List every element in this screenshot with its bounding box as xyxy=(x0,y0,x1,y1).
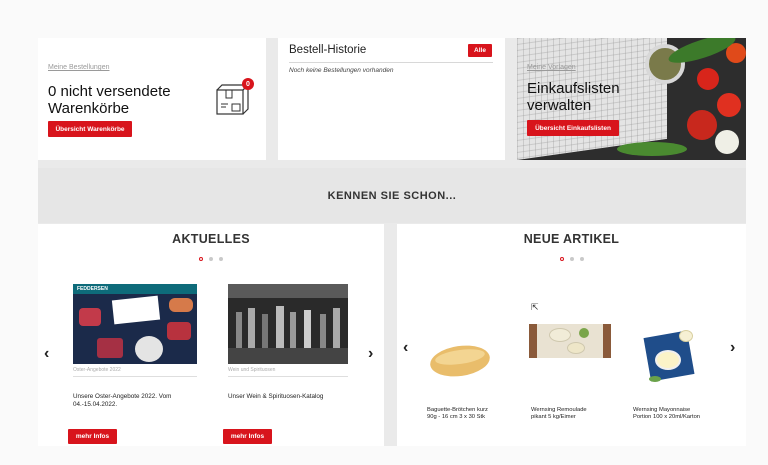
easter-offers-thumbnail[interactable]: FEDDERSEN xyxy=(73,284,197,364)
tomato-image xyxy=(687,110,717,140)
product-name-line2: 90g - 16 cm 3 x 30 Stk xyxy=(427,414,485,420)
meat-image xyxy=(97,338,123,358)
wine-spirits-thumbnail[interactable] xyxy=(228,284,348,364)
news-carousel-dots xyxy=(38,257,384,261)
news-item-text: Unser Wein & Spirituosen-Katalog xyxy=(228,393,323,401)
news-item-caption: Oster-Angebote 2022 xyxy=(73,367,121,373)
unsent-carts-title: 0 nicht versendete Warenkörbe xyxy=(48,83,171,117)
meat-image xyxy=(167,322,191,340)
cart-count-badge: 0 xyxy=(242,78,254,90)
news-panel: AKTUELLES ‹ › FEDDERSEN Oster-Angebote 2… xyxy=(38,224,384,446)
bottle-image xyxy=(304,310,311,348)
mayo-cup xyxy=(679,330,693,342)
shopping-lists-title-line2: verwalten xyxy=(527,97,592,114)
order-history-title: Bestell-Historie xyxy=(289,44,367,56)
product-name[interactable]: Wernsing Mayonnaise Portion 100 x 20ml/K… xyxy=(633,407,700,421)
bottle-image xyxy=(276,306,284,348)
sauce-bowl xyxy=(567,342,585,354)
history-all-button[interactable]: Alle xyxy=(468,44,492,57)
banner-title: KENNEN SIE SCHON... xyxy=(327,189,457,202)
bottle-image xyxy=(236,312,242,348)
garlic-image xyxy=(715,130,739,154)
news-item-text-line2: 04.-15.04.2022. xyxy=(73,401,118,408)
history-divider xyxy=(289,62,493,63)
page: Meine Bestellungen 0 nicht versendete Wa… xyxy=(0,0,768,465)
bottle-image xyxy=(320,314,326,348)
news-item-text-line1: Unsere Oster-Angebote 2022. Vom xyxy=(73,393,172,400)
news-item-divider xyxy=(228,376,348,377)
product-name-line1: Baguette-Brötchen kurz xyxy=(427,407,488,413)
baguette-image[interactable] xyxy=(425,342,495,382)
history-empty-message: Noch keine Bestellungen vorhanden xyxy=(289,67,394,74)
brochure-brand: FEDDERSEN xyxy=(73,284,197,294)
did-you-know-banner: KENNEN SIE SCHON... xyxy=(38,168,746,223)
brochure-banner xyxy=(111,295,161,325)
news-item-text-line1: Unser Wein & Spirituosen-Katalog xyxy=(228,393,324,400)
carousel-dot[interactable] xyxy=(219,257,223,261)
new-products-panel: NEUE ARTIKEL ‹ › ⇱ Baguette-Brötchen kur… xyxy=(397,224,746,446)
board-edge xyxy=(529,324,537,358)
dashboard: Meine Bestellungen 0 nicht versendete Wa… xyxy=(38,38,746,446)
product-name-line2: Portion 100 x 20ml/Karton xyxy=(633,414,701,420)
order-history-card: Bestell-Historie Alle Noch keine Bestell… xyxy=(278,38,505,160)
mayo-bowl xyxy=(655,350,681,370)
shelf-image xyxy=(228,284,348,298)
basil-leaves-image xyxy=(617,142,687,156)
chevron-left-icon[interactable]: ‹ xyxy=(403,340,408,356)
products-carousel-dots xyxy=(397,257,746,261)
more-info-button[interactable]: mehr Infos xyxy=(223,429,272,444)
news-item-divider xyxy=(73,376,197,377)
plate-image xyxy=(135,336,163,362)
unsent-carts-title-line1: 0 nicht versendete xyxy=(48,83,171,100)
tomato-image xyxy=(697,68,719,90)
bottle-image xyxy=(248,308,255,348)
mouse-cursor-icon: ⇱ xyxy=(531,302,539,312)
carousel-dot[interactable] xyxy=(569,257,574,261)
shopping-lists-overview-button[interactable]: Übersicht Einkaufslisten xyxy=(527,120,619,136)
eggs-image xyxy=(169,298,193,312)
board-edge xyxy=(603,324,611,358)
bottle-image xyxy=(262,314,268,348)
new-products-title: NEUE ARTIKEL xyxy=(523,232,620,246)
news-title: AKTUELLES xyxy=(172,232,250,246)
product-name-line1: Wernsing Mayonnaise xyxy=(633,407,691,413)
product-name-line2: pikant 5 kg/Eimer xyxy=(531,414,576,420)
chevron-right-icon[interactable]: › xyxy=(730,340,735,356)
orders-card: Meine Bestellungen 0 nicht versendete Wa… xyxy=(38,38,266,160)
bottle-image xyxy=(333,308,340,348)
chevron-left-icon[interactable]: ‹ xyxy=(44,346,49,362)
my-orders-link[interactable]: Meine Bestellungen xyxy=(48,64,110,71)
carousel-dot[interactable] xyxy=(199,257,203,261)
news-item-text: Unsere Oster-Angebote 2022. Vom 04.-15.0… xyxy=(73,393,171,409)
counter-image xyxy=(228,348,348,364)
my-templates-link[interactable]: Meine Vorlagen xyxy=(527,64,576,71)
more-info-button[interactable]: mehr Infos xyxy=(68,429,117,444)
mayonnaise-image[interactable] xyxy=(641,328,701,390)
news-item-caption: Wein und Spirituosen xyxy=(228,367,276,373)
meat-image xyxy=(79,308,101,326)
herb-garnish xyxy=(579,328,589,338)
carousel-dot[interactable] xyxy=(579,257,584,261)
chevron-right-icon[interactable]: › xyxy=(368,346,373,362)
remoulade-image[interactable] xyxy=(529,324,611,358)
shopping-lists-title-line1: Einkaufslisten xyxy=(527,80,620,97)
bottle-image xyxy=(290,312,296,348)
product-name-line1: Wernsing Remoulade xyxy=(531,407,587,413)
herb-garnish xyxy=(649,376,661,382)
carts-overview-button[interactable]: Übersicht Warenkörbe xyxy=(48,121,132,137)
product-name[interactable]: Wernsing Remoulade pikant 5 kg/Eimer xyxy=(531,407,587,421)
sauce-bowl xyxy=(549,328,571,342)
carousel-dot[interactable] xyxy=(209,257,213,261)
product-name[interactable]: Baguette-Brötchen kurz 90g - 16 cm 3 x 3… xyxy=(427,407,488,421)
tomato-image xyxy=(717,93,741,117)
unsent-carts-title-line2: Warenkörbe xyxy=(48,100,130,117)
shopping-lists-title: Einkaufslisten verwalten xyxy=(527,80,620,114)
shopping-lists-card: Meine Vorlagen Einkaufslisten verwalten … xyxy=(517,38,746,160)
carousel-dot[interactable] xyxy=(559,257,564,261)
